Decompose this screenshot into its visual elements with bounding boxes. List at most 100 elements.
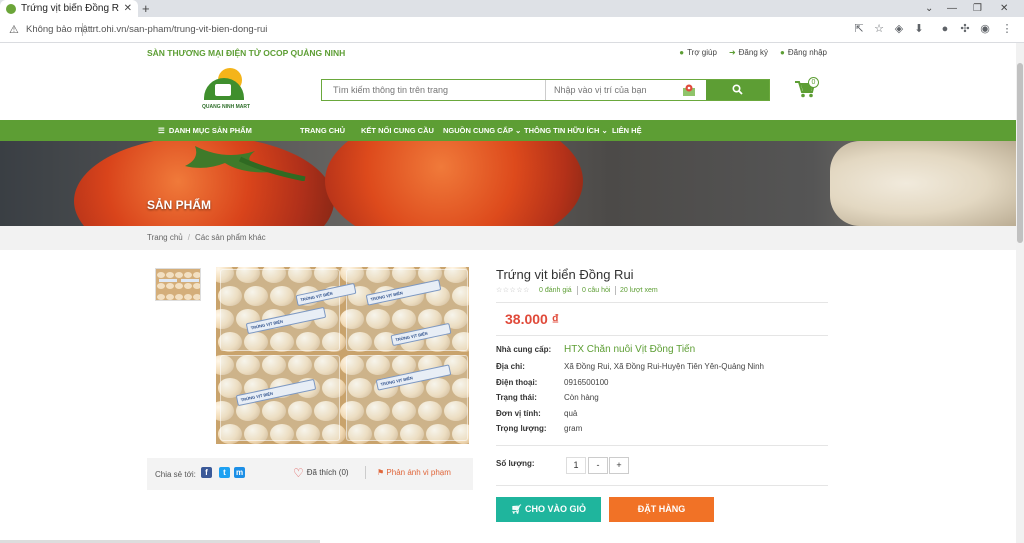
minimize-icon[interactable]: —	[947, 0, 957, 17]
page-banner: SẢN PHẨM	[0, 141, 1016, 226]
heart-icon: ♡	[293, 466, 304, 480]
search-input[interactable]	[322, 80, 546, 100]
like-button[interactable]: ♡ Đã thích (0)	[293, 466, 349, 480]
quantity-label: Số lượng:	[496, 459, 535, 468]
share-icon[interactable]: ⇱	[852, 22, 866, 36]
thumbnail-eggs-image	[156, 269, 200, 300]
phone-label: Điện thoại:	[496, 378, 538, 387]
questions-count[interactable]: 0 câu hỏi	[582, 287, 610, 294]
tab-search-icon[interactable]: ⌄	[925, 0, 933, 17]
share-divider	[365, 466, 366, 479]
nav-home[interactable]: TRANG CHỦ	[300, 120, 345, 141]
banner-tomato-right	[325, 141, 583, 226]
add-to-cart-button[interactable]: 🛒︎ CHO VÀO GIỎ	[496, 497, 601, 522]
product-thumbnail[interactable]	[155, 268, 201, 301]
cart-icon: 🛒︎	[511, 504, 523, 514]
quantity-plus-button[interactable]: +	[609, 457, 629, 474]
login-link[interactable]: ● Đăng nhập	[780, 48, 827, 57]
divider	[496, 335, 828, 336]
scrollbar-thumb[interactable]	[1017, 63, 1023, 243]
supplier-label: Nhà cung cấp:	[496, 345, 552, 354]
shield-icon[interactable]: ◈	[892, 22, 906, 36]
weight-value: gram	[564, 424, 583, 433]
breadcrumb-home[interactable]: Trang chủ	[147, 233, 183, 242]
banner-radish	[830, 141, 1016, 226]
tab-close-icon[interactable]: ✕	[124, 3, 132, 14]
window-close-icon[interactable]: ✕	[1000, 0, 1008, 17]
twitter-icon[interactable]: t	[219, 467, 230, 478]
url-field[interactable]: trt.ohi.vn/san-pham/trung-vit-bien-dong-…	[90, 24, 267, 35]
browser-tab-bar: Trứng vịt biển Đồng Rui - Q... ✕ + ⌄ — ❐…	[0, 0, 1024, 17]
product-main-image[interactable]: TRỨNG VỊT BIỂN TRỨNG VỊT BIỂN TRỨNG VỊT BI…	[216, 267, 469, 444]
quantity-minus-button[interactable]: -	[588, 457, 608, 474]
banner-title: SẢN PHẨM	[147, 198, 212, 212]
register-link[interactable]: ➜ Đăng ký	[729, 48, 768, 57]
report-link[interactable]: ⚑ Phản ánh vi phạm	[377, 468, 451, 477]
reviews-count[interactable]: 0 đánh giá	[539, 287, 572, 294]
tab-title: Trứng vịt biển Đồng Rui - Q...	[21, 3, 119, 14]
divider	[496, 445, 828, 446]
account-links: ● Trợ giúp ➜ Đăng ký ● Đăng nhập	[679, 48, 827, 57]
address-divider	[82, 23, 83, 36]
breadcrumb-current[interactable]: Các sản phẩm khác	[195, 233, 266, 242]
divider	[496, 485, 828, 486]
status-label: Trạng thái:	[496, 393, 537, 402]
register-icon: ➜	[728, 48, 736, 57]
nav-connect[interactable]: KẾT NỐI CUNG CẦU	[361, 120, 434, 141]
profile-icon[interactable]: ◉	[978, 22, 992, 36]
address-value: Xã Đồng Rui, Xã Đồng Rui-Huyện Tiên Yên-…	[564, 362, 764, 371]
weight-label: Trọng lượng:	[496, 424, 547, 433]
product-price: 38.000 ₫	[505, 311, 559, 327]
logo-text: QUANG NINH MART	[201, 104, 251, 110]
help-icon: ●	[679, 48, 685, 57]
nav-contact[interactable]: LIÊN HỆ	[612, 120, 642, 141]
flag-icon: ⚑	[377, 468, 385, 477]
divider	[496, 302, 828, 303]
rating-stars[interactable]: ☆☆☆☆☆	[496, 286, 530, 294]
browser-tab-active[interactable]: Trứng vịt biển Đồng Rui - Q... ✕	[0, 0, 138, 17]
page-scrollbar[interactable]	[1016, 43, 1024, 543]
search-bar	[321, 79, 770, 101]
address-bar: ⚠ Không bảo mật trt.ohi.vn/san-pham/trun…	[0, 17, 1024, 43]
breadcrumb: Trang chủ / Các sản phẩm khác	[147, 233, 266, 242]
menu-dots-icon[interactable]: ⋮	[1000, 22, 1014, 36]
search-button[interactable]	[706, 80, 769, 100]
security-status[interactable]: Không bảo mật	[26, 24, 90, 35]
facebook-icon[interactable]: f	[201, 467, 212, 478]
restore-icon[interactable]: ❐	[973, 0, 982, 17]
chevron-down-icon: ⌄	[601, 126, 608, 135]
map-pin-icon[interactable]	[682, 83, 696, 97]
breadcrumb-separator: /	[187, 233, 190, 242]
phone-value: 0916500100	[564, 378, 609, 387]
bookmark-star-icon[interactable]: ☆	[872, 22, 886, 36]
new-tab-button[interactable]: +	[142, 0, 150, 17]
chevron-down-icon: ⌄	[514, 126, 522, 135]
views-count: 20 lượt xem	[620, 287, 658, 294]
extension-colorful-icon[interactable]: ●	[938, 22, 952, 36]
meta-divider	[615, 286, 616, 295]
download-icon[interactable]: ⬇	[912, 22, 926, 36]
supplier-link[interactable]: HTX Chăn nuôi Vịt Đồng Tiến	[564, 344, 695, 355]
site-logo[interactable]: QUANG NINH MART	[200, 66, 252, 114]
cart-count-badge: 0	[808, 77, 819, 88]
warning-icon[interactable]: ⚠	[9, 23, 19, 36]
search-icon	[732, 84, 743, 95]
main-nav: ☰ DANH MỤC SẢN PHẨM TRANG CHỦ KẾT NỐI CU…	[0, 120, 1016, 141]
logo-house	[215, 84, 231, 96]
address-label: Địa chỉ:	[496, 362, 525, 371]
product-title: Trứng vịt biển Đồng Rui	[496, 267, 634, 282]
quantity-input[interactable]: 1	[566, 457, 586, 474]
marketplace-tagline: SÀN THƯƠNG MẠI ĐIỆN TỬ OCOP QUẢNG NINH	[147, 48, 346, 58]
extensions-puzzle-icon[interactable]: ✣	[958, 22, 972, 36]
order-button[interactable]: ĐẶT HÀNG	[609, 497, 714, 522]
share-label: Chia sẻ tới:	[155, 470, 196, 479]
nav-info[interactable]: THÔNG TIN HỮU ÍCH ⌄	[524, 120, 608, 141]
site-favicon-icon	[6, 3, 16, 14]
nav-supply[interactable]: NGUỒN CUNG CẤP ⌄	[443, 120, 521, 141]
unit-label: Đơn vị tính:	[496, 409, 541, 418]
nav-categories[interactable]: ☰ DANH MỤC SẢN PHẨM	[158, 120, 252, 141]
menu-icon: ☰	[158, 126, 165, 135]
messenger-icon[interactable]: m	[234, 467, 245, 478]
help-link[interactable]: ● Trợ giúp	[679, 48, 717, 57]
banner-tomato-stem	[185, 146, 306, 181]
